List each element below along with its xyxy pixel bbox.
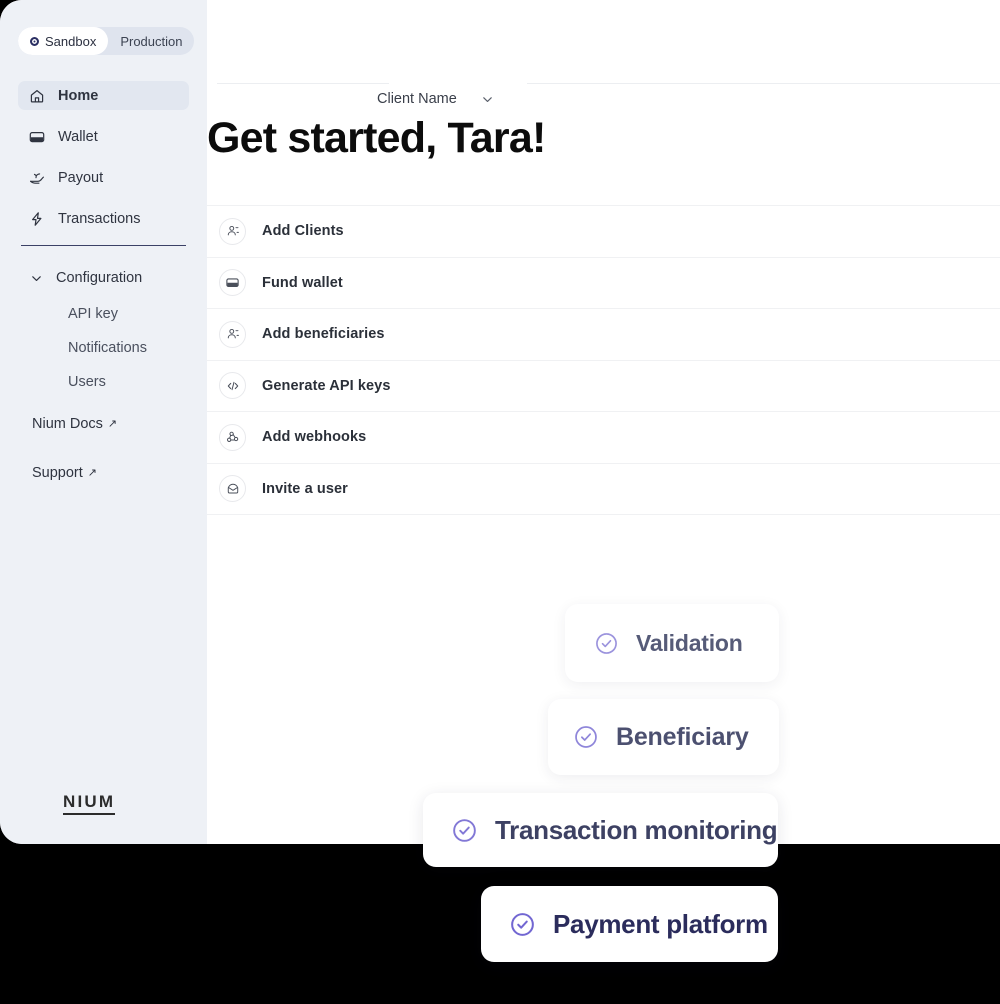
sidebar-item-notifications[interactable]: Notifications	[18, 336, 189, 360]
check-circle-icon	[594, 631, 619, 656]
sidebar-item-label-wallet: Wallet	[58, 128, 98, 145]
sidebar-item-label-support: Support	[32, 465, 83, 481]
top-bar	[207, 0, 1000, 84]
feature-card-label-beneficiary: Beneficiary	[616, 722, 749, 751]
sidebar-item-transactions[interactable]: Transactions	[18, 204, 189, 233]
onboarding-checklist: Add Clients Fund wallet Add beneficiarie…	[207, 205, 1000, 515]
feature-card-transaction-monitoring[interactable]: Transaction monitoring	[423, 793, 778, 867]
sidebar-item-payout[interactable]: Payout	[18, 163, 189, 192]
check-circle-icon	[573, 724, 599, 750]
client-name-dropdown[interactable]: Client Name	[377, 91, 494, 107]
environment-toggle[interactable]: Sandbox Production	[18, 27, 195, 55]
sidebar-divider	[21, 245, 186, 246]
feature-card-label-transaction-monitoring: Transaction monitoring	[495, 814, 778, 845]
checklist-label-fund-wallet: Fund wallet	[262, 274, 343, 291]
page-title: Get started, Tara!	[207, 114, 546, 162]
nium-logo: NIUM	[63, 793, 116, 815]
checklist-item-invite-a-user[interactable]: Invite a user	[207, 464, 1000, 515]
sidebar-nav: Home Wallet Payout Transactions Configur…	[18, 81, 189, 481]
wallet-icon	[219, 269, 246, 297]
sidebar-item-api-key[interactable]: API key	[18, 302, 189, 326]
env-option-production[interactable]: Production	[108, 27, 194, 55]
sidebar-group-label-configuration: Configuration	[56, 270, 143, 286]
check-circle-icon	[451, 817, 478, 844]
wallet-icon	[29, 129, 45, 145]
sidebar-item-label-transactions: Transactions	[58, 210, 141, 227]
sidebar-item-label-payout: Payout	[58, 169, 104, 186]
sidebar-item-label-users: Users	[68, 374, 106, 390]
sidebar-item-label-notifications: Notifications	[68, 340, 147, 356]
env-sandbox-label: Sandbox	[45, 33, 97, 49]
feature-card-label-validation: Validation	[636, 629, 743, 656]
env-option-sandbox[interactable]: Sandbox	[18, 27, 109, 55]
radio-selected-icon	[30, 36, 39, 46]
checklist-label-add-webhooks: Add webhooks	[262, 429, 367, 446]
sidebar-item-wallet[interactable]: Wallet	[18, 122, 189, 151]
feature-card-validation[interactable]: Validation	[565, 604, 779, 682]
app-window: Sandbox Production Home Wallet Payout Tr…	[0, 0, 1000, 844]
sidebar-item-label-api-key: API key	[68, 306, 118, 322]
sidebar-item-users[interactable]: Users	[18, 370, 189, 394]
sidebar: Sandbox Production Home Wallet Payout Tr…	[0, 0, 207, 844]
sidebar-item-support[interactable]: Support ↗	[18, 465, 189, 481]
person-add-icon	[219, 217, 246, 245]
checklist-item-add-webhooks[interactable]: Add webhooks	[207, 412, 1000, 464]
payout-icon	[29, 170, 45, 186]
feature-card-payment-platform[interactable]: Payment platform	[481, 886, 778, 962]
checklist-item-fund-wallet[interactable]: Fund wallet	[207, 258, 1000, 309]
mail-user-icon	[219, 475, 246, 503]
top-bar-rule-right	[527, 83, 1000, 84]
external-link-arrow-icon: ↗	[107, 417, 118, 430]
check-circle-icon	[509, 911, 536, 938]
webhook-icon	[219, 423, 246, 451]
feature-card-beneficiary[interactable]: Beneficiary	[548, 699, 779, 775]
sidebar-item-label-home: Home	[58, 87, 99, 104]
code-icon	[219, 372, 246, 400]
client-name-label: Client Name	[377, 91, 457, 107]
sidebar-item-home[interactable]: Home	[18, 81, 189, 110]
top-bar-rule-left	[217, 83, 389, 84]
lightning-icon	[29, 211, 45, 227]
person-add-icon	[219, 320, 246, 348]
env-production-label: Production	[120, 33, 183, 49]
feature-card-label-payment-platform: Payment platform	[553, 908, 768, 939]
checklist-label-generate-api-keys: Generate API keys	[262, 377, 391, 394]
chevron-down-icon	[481, 93, 494, 106]
chevron-down-icon	[29, 271, 43, 285]
checklist-label-add-clients: Add Clients	[262, 223, 344, 240]
checklist-item-generate-api-keys[interactable]: Generate API keys	[207, 361, 1000, 412]
home-icon	[29, 88, 45, 104]
sidebar-item-nium-docs[interactable]: Nium Docs ↗	[18, 416, 189, 432]
checklist-item-add-clients[interactable]: Add Clients	[207, 206, 1000, 258]
sidebar-group-configuration[interactable]: Configuration	[18, 266, 189, 290]
external-link-arrow-icon: ↗	[87, 466, 98, 479]
checklist-item-add-beneficiaries[interactable]: Add beneficiaries	[207, 309, 1000, 361]
checklist-label-add-beneficiaries: Add beneficiaries	[262, 326, 385, 343]
sidebar-item-label-nium-docs: Nium Docs	[32, 416, 103, 432]
checklist-label-invite-a-user: Invite a user	[262, 480, 348, 497]
